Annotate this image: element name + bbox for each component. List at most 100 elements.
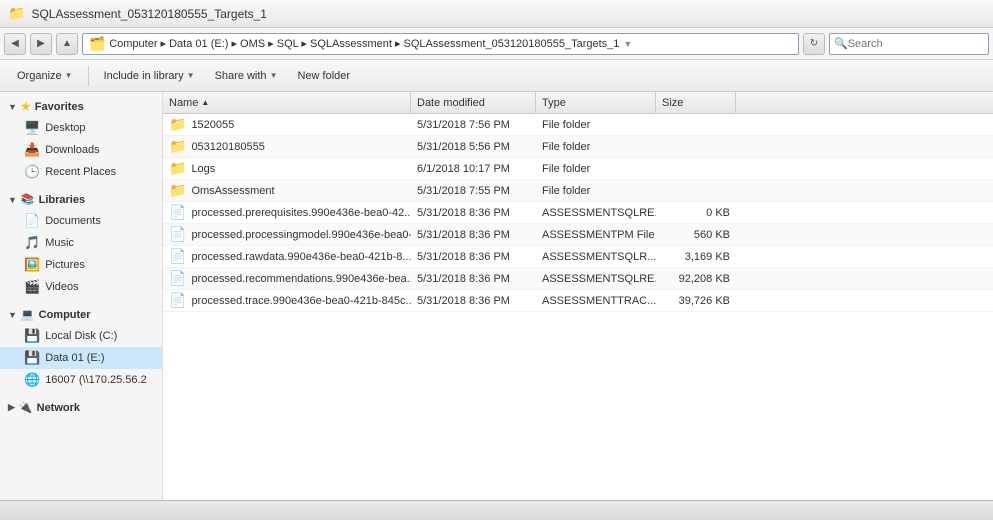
col-header-name[interactable]: Name ▲ (163, 92, 411, 113)
network-share-icon: 🌐 (24, 372, 40, 388)
sidebar-computer-header[interactable]: ▼ 💻 Computer (0, 304, 162, 325)
share-with-button[interactable]: Share with ▼ (206, 64, 287, 88)
cell-date: 5/31/2018 5:56 PM (411, 141, 536, 153)
cell-date: 5/31/2018 8:36 PM (411, 251, 536, 263)
table-row[interactable]: 📄 processed.recommendations.990e436e-bea… (163, 268, 993, 290)
share-with-dropdown-arrow: ▼ (270, 71, 278, 80)
computer-arrow-icon: ▼ (8, 310, 17, 320)
local-disk-c-icon: 💾 (24, 328, 40, 344)
folder-icon: 📁 (169, 116, 186, 133)
sidebar-item-documents[interactable]: 📄 Documents (0, 210, 162, 232)
table-row[interactable]: 📄 processed.processingmodel.990e436e-bea… (163, 224, 993, 246)
network-icon: 🔌 (19, 401, 33, 414)
col-header-type[interactable]: Type (536, 92, 656, 113)
cell-date: 5/31/2018 8:36 PM (411, 207, 536, 219)
table-row[interactable]: 📁 1520055 5/31/2018 7:56 PM File folder (163, 114, 993, 136)
name-sort-icon: ▲ (201, 98, 209, 107)
downloads-icon: 📥 (24, 142, 40, 158)
cell-size: 0 KB (656, 207, 736, 219)
cell-type: File folder (536, 163, 656, 175)
document-icon: 📄 (169, 226, 186, 243)
sidebar-item-local-disk-c[interactable]: 💾 Local Disk (C:) (0, 325, 162, 347)
cell-date: 5/31/2018 7:56 PM (411, 119, 536, 131)
table-row[interactable]: 📄 processed.prerequisites.990e436e-bea0-… (163, 202, 993, 224)
cell-name: 📁 053120180555 (163, 138, 411, 155)
sidebar-item-data01-e[interactable]: 💾 Data 01 (E:) (0, 347, 162, 369)
table-row[interactable]: 📁 053120180555 5/31/2018 5:56 PM File fo… (163, 136, 993, 158)
organize-dropdown-arrow: ▼ (65, 71, 73, 80)
music-icon: 🎵 (24, 235, 40, 251)
table-row[interactable]: 📁 Logs 6/1/2018 10:17 PM File folder (163, 158, 993, 180)
document-icon: 📄 (169, 204, 186, 221)
cell-date: 5/31/2018 7:55 PM (411, 185, 536, 197)
new-folder-button[interactable]: New folder (288, 64, 359, 88)
document-icon: 📄 (169, 270, 186, 287)
search-input[interactable] (848, 38, 990, 50)
status-bar (0, 500, 993, 520)
file-rows: 📁 1520055 5/31/2018 7:56 PM File folder … (163, 114, 993, 312)
cell-name: 📄 processed.recommendations.990e436e-bea… (163, 270, 411, 287)
search-box: 🔍 (829, 33, 989, 55)
sidebar-item-network-share[interactable]: 🌐 16007 (\\170.25.56.2 (0, 369, 162, 391)
col-header-size[interactable]: Size (656, 92, 736, 113)
sidebar-item-videos[interactable]: 🎬 Videos (0, 276, 162, 298)
libraries-icon: 📚 (21, 193, 35, 206)
data-01-e-icon: 💾 (24, 350, 40, 366)
cell-size: 3,169 KB (656, 251, 736, 263)
cell-name: 📄 processed.prerequisites.990e436e-bea0-… (163, 204, 411, 221)
sidebar-item-desktop[interactable]: 🖥️ Desktop (0, 117, 162, 139)
main-layout: ▼ ★ Favorites 🖥️ Desktop 📥 Downloads 🕒 R… (0, 92, 993, 500)
favorites-arrow-icon: ▼ (8, 102, 17, 112)
sidebar-favorites-header[interactable]: ▼ ★ Favorites (0, 96, 162, 117)
computer-icon: 💻 (21, 308, 35, 321)
up-button[interactable]: ▲ (56, 33, 78, 55)
folder-icon: 📁 (169, 182, 186, 199)
sidebar-network-header[interactable]: ▶ 🔌 Network (0, 397, 162, 418)
forward-button[interactable]: ▶ (30, 33, 52, 55)
sidebar-item-pictures[interactable]: 🖼️ Pictures (0, 254, 162, 276)
sidebar-item-music[interactable]: 🎵 Music (0, 232, 162, 254)
include-library-button[interactable]: Include in library ▼ (95, 64, 204, 88)
documents-icon: 📄 (24, 213, 40, 229)
cell-name: 📁 1520055 (163, 116, 411, 133)
address-path-text: Computer ▸ Data 01 (E:) ▸ OMS ▸ SQL ▸ SQ… (109, 37, 619, 50)
address-bar: ◀ ▶ ▲ 🗂️ Computer ▸ Data 01 (E:) ▸ OMS ▸… (0, 28, 993, 60)
cell-date: 5/31/2018 8:36 PM (411, 229, 536, 241)
cell-type: File folder (536, 141, 656, 153)
address-path[interactable]: 🗂️ Computer ▸ Data 01 (E:) ▸ OMS ▸ SQL ▸… (82, 33, 799, 55)
path-folder-icon: 🗂️ (89, 36, 105, 52)
table-row[interactable]: 📄 processed.trace.990e436e-bea0-421b-845… (163, 290, 993, 312)
table-row[interactable]: 📁 OmsAssessment 5/31/2018 7:55 PM File f… (163, 180, 993, 202)
recent-places-icon: 🕒 (24, 164, 40, 180)
cell-date: 5/31/2018 8:36 PM (411, 295, 536, 307)
sidebar-libraries-header[interactable]: ▼ 📚 Libraries (0, 189, 162, 210)
cell-type: ASSESSMENTTRAC... (536, 295, 656, 307)
sidebar-item-downloads[interactable]: 📥 Downloads (0, 139, 162, 161)
document-icon: 📄 (169, 248, 186, 265)
cell-name: 📁 OmsAssessment (163, 182, 411, 199)
file-list-container: Name ▲ Date modified Type Size 📁 1520055… (163, 92, 993, 500)
back-button[interactable]: ◀ (4, 33, 26, 55)
organize-button[interactable]: Organize ▼ (8, 64, 82, 88)
sidebar: ▼ ★ Favorites 🖥️ Desktop 📥 Downloads 🕒 R… (0, 92, 163, 500)
network-arrow-icon: ▶ (8, 402, 15, 413)
cell-name: 📁 Logs (163, 160, 411, 177)
refresh-button[interactable]: ↻ (803, 33, 825, 55)
desktop-icon: 🖥️ (24, 120, 40, 136)
document-icon: 📄 (169, 292, 186, 309)
search-icon: 🔍 (834, 37, 848, 50)
folder-icon: 📁 (169, 160, 186, 177)
table-row[interactable]: 📄 processed.rawdata.990e436e-bea0-421b-8… (163, 246, 993, 268)
title-bar-text: SQLAssessment_053120180555_Targets_1 (31, 7, 267, 21)
cell-name: 📄 processed.trace.990e436e-bea0-421b-845… (163, 292, 411, 309)
toolbar: Organize ▼ Include in library ▼ Share wi… (0, 60, 993, 92)
cell-name: 📄 processed.processingmodel.990e436e-bea… (163, 226, 411, 243)
pictures-icon: 🖼️ (24, 257, 40, 273)
sidebar-item-recent-places[interactable]: 🕒 Recent Places (0, 161, 162, 183)
cell-date: 6/1/2018 10:17 PM (411, 163, 536, 175)
cell-size: 92,208 KB (656, 273, 736, 285)
cell-date: 5/31/2018 8:36 PM (411, 273, 536, 285)
cell-type: File folder (536, 119, 656, 131)
cell-size: 560 KB (656, 229, 736, 241)
col-header-date[interactable]: Date modified (411, 92, 536, 113)
